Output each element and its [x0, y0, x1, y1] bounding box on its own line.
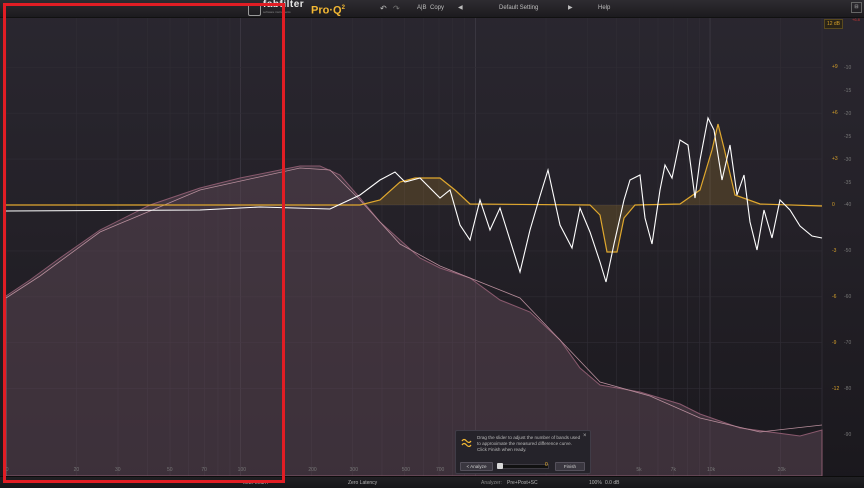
zoom-selector[interactable]: 100%	[589, 477, 602, 488]
pre-eq-spectrum	[5, 165, 823, 477]
db-scale: +9 +6 +3 0 -3 -6 -9 -12 -10 -15 -20 -25 -30 -35 -40 -50…	[822, 17, 864, 488]
slider-handle[interactable]	[497, 463, 503, 469]
close-icon[interactable]: ×	[583, 433, 587, 439]
next-preset-icon[interactable]: ▶	[568, 0, 573, 17]
undo-icon[interactable]: ↶	[380, 0, 387, 17]
ab-button[interactable]: A|B	[417, 0, 427, 17]
help-button[interactable]: Help	[598, 0, 610, 17]
analyzer-level-label: -60	[844, 294, 852, 300]
analyzer-level-label: -25	[844, 134, 852, 140]
analyzer-level-label: -40	[844, 202, 852, 208]
midi-learn-button[interactable]: MIDI Learn	[243, 477, 268, 488]
analyzer-level-label: -30	[844, 157, 852, 163]
analyzer-level-label: -20	[844, 111, 852, 117]
frequency-label: 5k	[636, 467, 642, 473]
analyze-button[interactable]: < Analyze	[460, 462, 493, 471]
finish-button[interactable]: Finish	[555, 462, 585, 471]
eq-gain-label: -3	[832, 247, 837, 254]
copy-button[interactable]: Copy	[430, 0, 444, 17]
analyzer-mode-selector[interactable]: Pre+Post+SC	[507, 477, 538, 488]
latency-mode-selector[interactable]: Zero Latency	[348, 477, 377, 488]
analyzer-level-label: -50	[844, 248, 852, 254]
eq-gain-label: +6	[832, 110, 838, 117]
toolbar: fabfilter software instruments Pro·Q2 ↶ …	[0, 0, 864, 18]
analyzer-level-label: -90	[844, 432, 852, 438]
eq-gain-label: -6	[832, 293, 837, 300]
frequency-label: 70	[201, 467, 207, 473]
band-count-slider[interactable]	[497, 463, 549, 469]
frequency-label: 300	[349, 467, 358, 473]
frequency-label: 10	[3, 467, 9, 473]
frequency-label: 200	[308, 467, 317, 473]
frequency-label: 7k	[670, 467, 676, 473]
analyzer-label: Analyzer:	[481, 480, 502, 486]
preset-name[interactable]: Default Setting	[499, 0, 538, 17]
fabfilter-logo-icon	[248, 3, 261, 16]
band-count-value: 0	[545, 462, 548, 468]
minimize-icon[interactable]: ⊟	[851, 2, 862, 13]
frequency-label: 30	[114, 467, 121, 473]
eq-display[interactable]	[0, 0, 864, 488]
eq-match-icon	[461, 438, 472, 448]
status-bar: MIDI Learn Zero Latency Analyzer: Pre+Po…	[0, 476, 864, 488]
analyzer-level-label: -70	[844, 340, 852, 346]
frequency-label: 20k	[777, 467, 786, 473]
frequency-label: 100	[237, 467, 247, 473]
eq-gain-label: -12	[832, 385, 840, 392]
frequency-label: 500	[401, 467, 411, 473]
previous-preset-icon[interactable]: ◀	[458, 0, 463, 17]
frequency-label: 700	[436, 467, 445, 473]
pro-q-window: 10203050701002003005007001k2k3k5k7k10k20…	[0, 0, 864, 488]
output-gain-readout[interactable]: 0.0 dB	[605, 477, 619, 488]
redo-icon[interactable]: ↷	[393, 0, 400, 17]
eq-match-panel: Drag the slider to adjust the number of …	[455, 430, 591, 474]
frequency-label: 50	[167, 467, 173, 473]
analyzer-level-label: -15	[844, 88, 852, 94]
analyzer-level-label: -10	[844, 65, 852, 71]
frequency-label: 20	[73, 467, 80, 473]
product-name: Pro·Q2	[311, 4, 345, 17]
eq-gain-label: +9	[832, 64, 838, 71]
analyzer-level-label: -80	[844, 386, 852, 392]
preset-selector[interactable]: ◀ Default Setting ▶	[455, 2, 579, 14]
eq-match-instructions: Drag the slider to adjust the number of …	[477, 435, 581, 452]
eq-gain-label: 0	[832, 202, 835, 208]
analyzer-level-label: -35	[844, 180, 852, 186]
brand-tagline: software instruments	[263, 10, 291, 14]
frequency-label: 10k	[707, 467, 716, 473]
eq-gain-label: -9	[832, 339, 837, 346]
eq-gain-label: +3	[832, 156, 838, 163]
